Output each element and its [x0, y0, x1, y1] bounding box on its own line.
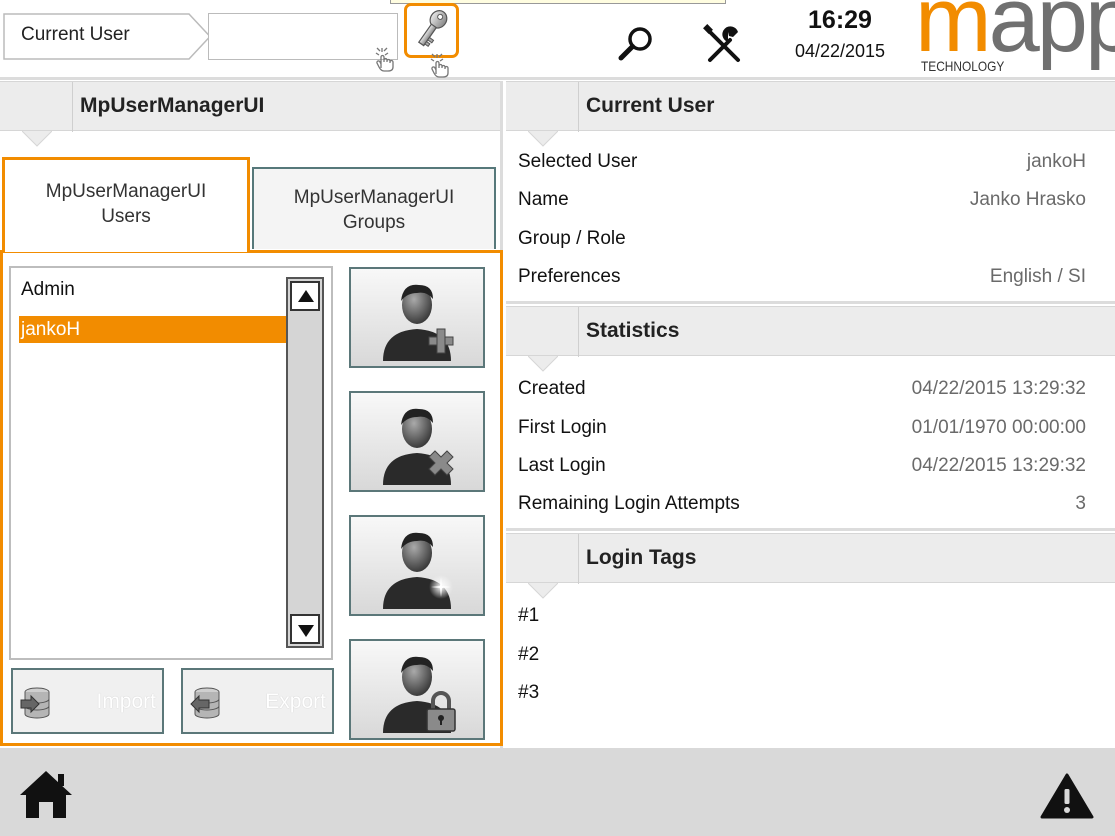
- current-user-label-box: Current User: [3, 13, 213, 60]
- preferences-row: Preferences English / SI: [518, 258, 1086, 296]
- first-login-value: 01/01/1970 00:00:00: [911, 417, 1086, 438]
- lock-user-icon: [383, 656, 456, 733]
- scrollbar[interactable]: [286, 277, 324, 648]
- tab-groups-label: MpUserManagerUI Groups: [293, 187, 455, 233]
- login-tag-3: #3: [518, 682, 540, 703]
- logo-subtitle: TECHNOLOGY: [921, 58, 1005, 74]
- header-pointer: [22, 131, 52, 147]
- user-list[interactable]: Admin jankoH: [9, 266, 333, 660]
- clock-time: 16:29: [808, 6, 872, 34]
- current-user-title: Current User: [586, 94, 715, 117]
- import-label: Import: [96, 690, 156, 713]
- search-icon[interactable]: [613, 22, 659, 68]
- first-login-label: First Login: [518, 417, 607, 438]
- list-item[interactable]: Admin: [19, 276, 287, 303]
- alarm-warning-icon[interactable]: [1040, 772, 1094, 820]
- login-button[interactable]: [404, 3, 459, 58]
- group-role-label: Group / Role: [518, 228, 626, 249]
- statistics-header: Statistics: [506, 306, 1115, 372]
- user-manager-title: MpUserManagerUI: [80, 94, 265, 117]
- key-icon: [417, 10, 448, 47]
- edit-user-icon: [383, 532, 453, 609]
- created-value: 04/22/2015 13:29:32: [911, 378, 1086, 399]
- last-login-value: 04/22/2015 13:29:32: [911, 455, 1086, 476]
- login-tag-row: #1: [518, 597, 1086, 635]
- remaining-attempts-row: Remaining Login Attempts 3: [518, 485, 1086, 523]
- add-user-button[interactable]: [349, 267, 485, 368]
- current-user-field[interactable]: [208, 13, 398, 60]
- last-login-row: Last Login 04/22/2015 13:29:32: [518, 447, 1086, 485]
- login-tag-row: #3: [518, 674, 1086, 712]
- preferences-value: English / SI: [989, 266, 1086, 287]
- import-button[interactable]: Import: [11, 668, 164, 734]
- add-user-icon: [383, 284, 454, 361]
- delete-user-button[interactable]: [349, 391, 485, 492]
- footer-bar: [0, 748, 1115, 836]
- tools-icon[interactable]: [700, 22, 746, 68]
- mapp-logo: mapp TECHNOLOGY: [915, 0, 1115, 74]
- lock-user-button[interactable]: [349, 639, 485, 740]
- details-panel: Current User Selected User jankoH Name J…: [506, 81, 1115, 748]
- edit-user-button[interactable]: [349, 515, 485, 616]
- current-user-header: Current User: [506, 81, 1115, 147]
- scroll-up-button[interactable]: [290, 281, 320, 311]
- hand-cursor-icon: [375, 47, 394, 72]
- export-icon: [190, 687, 220, 719]
- tab-users[interactable]: MpUserManagerUI Users: [2, 157, 250, 252]
- login-tag-1: #1: [518, 605, 540, 626]
- created-row: Created 04/22/2015 13:29:32: [518, 370, 1086, 408]
- name-row: Name Janko Hrasko: [518, 181, 1086, 219]
- name-label: Name: [518, 189, 569, 210]
- login-tags-header: Login Tags: [506, 533, 1115, 599]
- top-bar: Current User 16:29 04/22/2015 mapp TECHN…: [0, 0, 1115, 80]
- remaining-attempts-value: 3: [1075, 493, 1086, 514]
- current-user-label: Current User: [21, 24, 130, 45]
- name-value: Janko Hrasko: [969, 189, 1086, 210]
- user-manager-panel: MpUserManagerUI MpUserManagerUI Users Mp…: [0, 81, 503, 748]
- divider: [506, 528, 1115, 531]
- tab-groups[interactable]: MpUserManagerUI Groups: [252, 167, 496, 249]
- remaining-attempts-label: Remaining Login Attempts: [518, 493, 740, 514]
- import-icon: [20, 687, 50, 719]
- selected-user-value: jankoH: [1026, 151, 1086, 172]
- statistics-title: Statistics: [586, 319, 680, 342]
- selected-user-label: Selected User: [518, 151, 638, 172]
- login-tag-row: #2: [518, 636, 1086, 674]
- hand-cursor-icon: [430, 53, 449, 78]
- group-role-row: Group / Role: [518, 220, 1086, 258]
- clock-date: 04/22/2015: [794, 41, 886, 61]
- scroll-down-button[interactable]: [290, 614, 320, 644]
- last-login-label: Last Login: [518, 455, 606, 476]
- users-tab-content: Admin jankoH Import Export: [0, 250, 503, 746]
- divider: [506, 301, 1115, 304]
- home-icon[interactable]: [18, 768, 74, 820]
- export-button[interactable]: Export: [181, 668, 334, 734]
- first-login-row: First Login 01/01/1970 00:00:00: [518, 409, 1086, 447]
- export-label: Export: [265, 690, 326, 713]
- tab-users-label: MpUserManagerUI Users: [45, 181, 207, 227]
- created-label: Created: [518, 378, 586, 399]
- login-tag-2: #2: [518, 644, 540, 665]
- list-item-selected[interactable]: jankoH: [19, 316, 287, 343]
- preferences-label: Preferences: [518, 266, 621, 287]
- delete-user-icon: [383, 408, 454, 485]
- selected-user-row: Selected User jankoH: [518, 143, 1086, 181]
- login-tags-title: Login Tags: [586, 546, 697, 569]
- user-manager-header: MpUserManagerUI: [0, 81, 500, 147]
